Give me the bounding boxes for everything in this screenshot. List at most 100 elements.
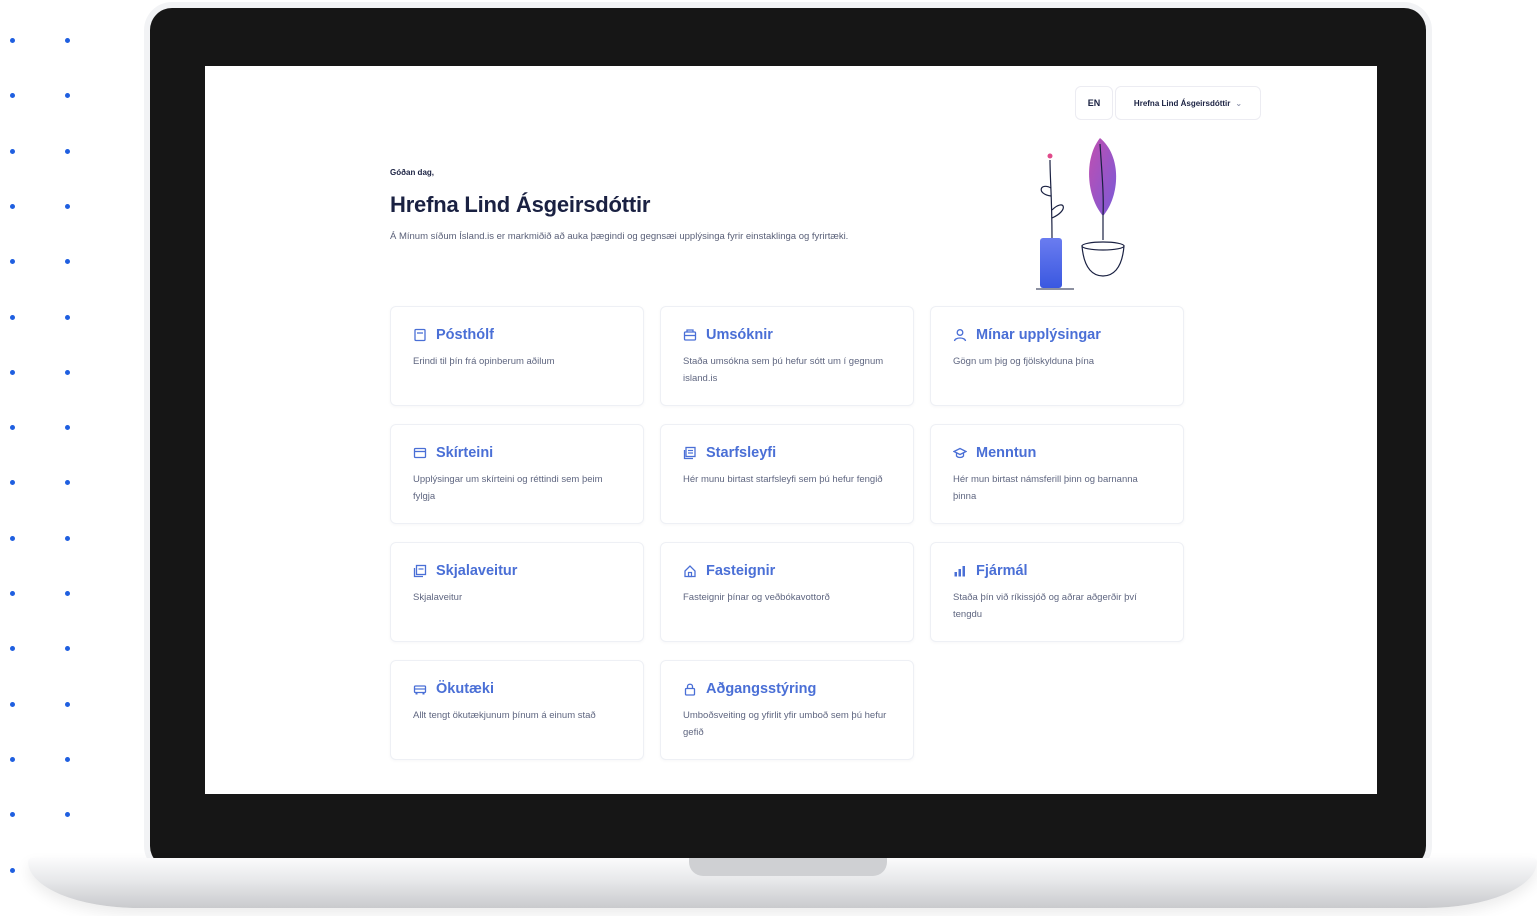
- house-icon: [683, 564, 697, 578]
- decorative-dot: [65, 148, 70, 154]
- service-card-grid: Pósthólf Erindi til þín frá opinberum aði…: [390, 306, 1184, 760]
- card-title[interactable]: Fasteignir: [706, 563, 775, 579]
- laptop-screen: EN Hrefna Lind Ásgeirsdóttir ⌄ Góðan dag…: [205, 66, 1377, 794]
- plant-illustration: [1036, 138, 1125, 290]
- decorative-dot: [10, 812, 15, 818]
- language-label: EN: [1087, 98, 1101, 108]
- service-card-mailbox[interactable]: Pósthólf Erindi til þín frá opinberum aði…: [390, 306, 644, 406]
- card-description: Fasteignir þínar og veðbókavottorð: [683, 592, 830, 603]
- decorative-dot: [65, 369, 70, 375]
- card-header: Umsóknir: [683, 327, 891, 343]
- card-description: Hér munu birtast starfsleyfi sem þú hefu…: [683, 474, 883, 485]
- card-header: Ökutæki: [413, 681, 621, 697]
- service-card-license[interactable]: Starfsleyfi Hér munu birtast starfsleyfi …: [660, 424, 914, 524]
- card-description: Allt tengt ökutækjunum þínum á einum sta…: [413, 710, 596, 721]
- decorative-dot: [65, 203, 70, 209]
- card-title[interactable]: Skjalaveitur: [436, 563, 517, 579]
- user-menu-button[interactable]: Hrefna Lind Ásgeirsdóttir ⌄: [1115, 86, 1261, 120]
- card-description: Upplýsingar um skírteini og réttindi sem…: [413, 474, 603, 502]
- card-description: Hér mun birtast námsferill þinn og barna…: [953, 474, 1138, 502]
- card-header: Menntun: [953, 445, 1161, 461]
- document-provider-icon: [413, 564, 427, 578]
- laptop-base: [28, 858, 1537, 908]
- card-title[interactable]: Starfsleyfi: [706, 445, 776, 461]
- decorative-dot: [10, 369, 15, 375]
- decorative-dot: [65, 812, 70, 818]
- service-card-document-provider[interactable]: Skjalaveitur Skjalaveitur: [390, 542, 644, 642]
- decorative-dot: [10, 591, 15, 596]
- decorative-dot: [10, 535, 15, 541]
- service-card-bar-chart[interactable]: Fjármál Staða þín við ríkissjóð og aðrar …: [930, 542, 1184, 642]
- decorative-dot: [10, 867, 15, 873]
- service-card-user[interactable]: Mínar upplýsingar Gögn um þig og fjölskyl…: [930, 306, 1184, 406]
- decorative-dot: [10, 203, 15, 209]
- card-header: Fasteignir: [683, 563, 891, 579]
- decorative-dot: [65, 425, 70, 431]
- card-description: Umboðsveiting og yfirlit yfir umboð sem …: [683, 710, 887, 738]
- applications-icon: [683, 328, 697, 342]
- card-header: Mínar upplýsingar: [953, 327, 1161, 343]
- card-description: Gögn um þig og fjölskylduna þína: [953, 356, 1095, 367]
- decorative-dot: [65, 756, 70, 762]
- decorative-dot: [10, 701, 15, 707]
- card-header: Aðgangsstýring: [683, 681, 891, 697]
- card-description: Staða umsókna sem þú hefur sótt um í geg…: [683, 356, 884, 384]
- license-icon: [683, 446, 697, 460]
- card-header: Starfsleyfi: [683, 445, 891, 461]
- card-header: Skírteini: [413, 445, 621, 461]
- page-title: Hrefna Lind Ásgeirsdóttir: [390, 192, 651, 217]
- card-title[interactable]: Aðgangsstýring: [706, 681, 816, 697]
- greeting-text: Góðan dag,: [390, 168, 434, 177]
- card-header: Fjármál: [953, 563, 1161, 579]
- card-description: Staða þín við ríkissjóð og aðrar aðgerði…: [953, 592, 1137, 620]
- decorative-dot: [65, 259, 70, 265]
- service-card-applications[interactable]: Umsóknir Staða umsókna sem þú hefur sótt …: [660, 306, 914, 406]
- decorative-dot: [10, 425, 15, 431]
- service-card-house[interactable]: Fasteignir Fasteignir þínar og veðbókavot…: [660, 542, 914, 642]
- page-description: Á Mínum síðum Ísland.is er markmiðið að …: [390, 231, 849, 242]
- card-title[interactable]: Mínar upplýsingar: [976, 327, 1101, 343]
- decorative-dot: [10, 148, 15, 154]
- lock-icon: [683, 682, 697, 696]
- card-title[interactable]: Skírteini: [436, 445, 493, 461]
- user-menu-name: Hrefna Lind Ásgeirsdóttir: [1133, 98, 1231, 108]
- decorative-dot: [10, 259, 15, 265]
- car-icon: [413, 682, 427, 696]
- decorative-dot: [65, 480, 70, 486]
- service-card-car[interactable]: Ökutæki Allt tengt ökutækjunum þínum á ei…: [390, 660, 644, 760]
- bar-chart-icon: [953, 564, 967, 578]
- card-title[interactable]: Menntun: [976, 445, 1036, 461]
- card-header: Pósthólf: [413, 327, 621, 343]
- card-description: Erindi til þín frá opinberum aðilum: [413, 356, 555, 367]
- service-card-lock[interactable]: Aðgangsstýring Umboðsveiting og yfirlit y…: [660, 660, 914, 760]
- mailbox-icon: [413, 328, 427, 342]
- card-title[interactable]: Fjármál: [976, 563, 1028, 579]
- decorative-dot: [65, 591, 70, 596]
- decorative-dot: [10, 480, 15, 486]
- decorative-dot-grid: [0, 0, 90, 916]
- decorative-dot: [65, 701, 70, 707]
- user-icon: [953, 328, 967, 342]
- decorative-dot: [10, 93, 15, 99]
- card-description: Skjalaveitur: [413, 592, 463, 603]
- decorative-dot: [65, 535, 70, 541]
- id-card-icon: [413, 446, 427, 460]
- graduation-cap-icon: [953, 446, 967, 460]
- decorative-dot: [65, 314, 70, 320]
- service-card-graduation-cap[interactable]: Menntun Hér mun birtast námsferill þinn o…: [930, 424, 1184, 524]
- card-title[interactable]: Umsóknir: [706, 327, 773, 343]
- chevron-down-icon: ⌄: [1235, 98, 1243, 108]
- decorative-dot: [10, 38, 15, 43]
- decorative-dot: [65, 38, 70, 43]
- decorative-dot: [10, 314, 15, 320]
- decorative-dot: [10, 646, 15, 652]
- card-title[interactable]: Pósthólf: [436, 327, 494, 343]
- laptop-base-notch: [689, 858, 887, 876]
- decorative-dot: [10, 756, 15, 762]
- language-toggle-button[interactable]: EN: [1075, 86, 1113, 120]
- card-header: Skjalaveitur: [413, 563, 621, 579]
- decorative-dot: [65, 93, 70, 99]
- card-title[interactable]: Ökutæki: [436, 681, 494, 697]
- decorative-dot: [65, 646, 70, 652]
- service-card-id-card[interactable]: Skírteini Upplýsingar um skírteini og rét…: [390, 424, 644, 524]
